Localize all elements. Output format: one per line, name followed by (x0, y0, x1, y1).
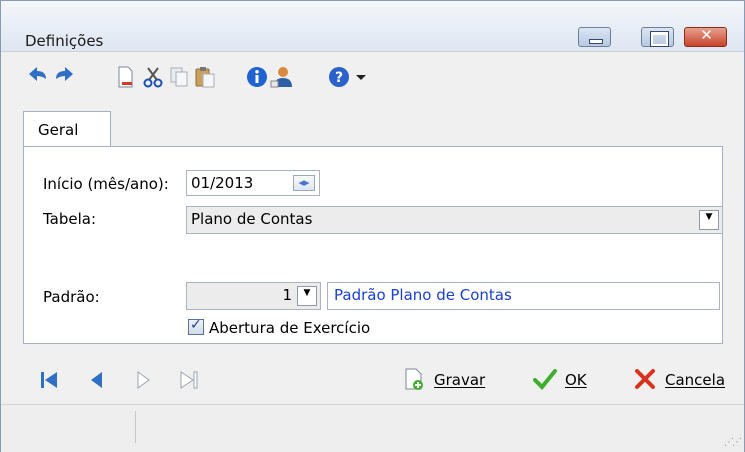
copy-icon[interactable] (167, 65, 191, 89)
help-icon[interactable]: ? (327, 65, 351, 89)
previous-record-icon[interactable] (87, 370, 107, 390)
first-record-icon[interactable] (39, 370, 59, 390)
padrao-label: Padrão: (43, 288, 100, 306)
tab-strip: Geral (23, 111, 723, 147)
settings-window: Definições ✕ ? Geral Início (mês/ano): 0… (0, 0, 745, 452)
minimize-icon (589, 39, 603, 44)
maximize-button[interactable] (641, 27, 674, 47)
close-button[interactable]: ✕ (684, 26, 727, 47)
toolbar: ? (1, 61, 744, 97)
tab-geral[interactable]: Geral (23, 111, 111, 147)
padrao-number-select[interactable]: 1 ▼ (186, 282, 321, 310)
checkmark-icon (533, 369, 557, 390)
last-record-icon[interactable] (179, 370, 199, 390)
chevron-down-icon: ▼ (705, 212, 713, 222)
resize-grip-icon[interactable]: ⋰⋰ (724, 437, 742, 448)
cancel-icon (635, 369, 655, 389)
minimize-button[interactable] (578, 27, 611, 47)
gravar-label: Gravar (434, 371, 486, 389)
status-separator (135, 411, 136, 443)
info-icon[interactable] (245, 65, 269, 89)
svg-text:?: ? (335, 70, 343, 86)
abertura-checkbox[interactable]: ✓ (188, 317, 204, 335)
action-bar: Gravar OK Cancela (1, 359, 744, 401)
padrao-name: Padrão Plano de Contas (334, 286, 512, 304)
window-title: Definições (25, 32, 104, 50)
gravar-button[interactable]: Gravar (402, 367, 492, 393)
maximize-icon (651, 32, 668, 46)
inicio-field[interactable]: 01/2013 ◂▸ (186, 170, 320, 196)
user-icon[interactable] (269, 65, 293, 89)
tabela-select[interactable]: Plano de Contas ▼ (186, 206, 723, 234)
save-icon (405, 368, 423, 390)
cancela-button[interactable]: Cancela (633, 367, 733, 393)
cut-icon[interactable] (141, 65, 165, 89)
status-bar: ⋰⋰ (1, 404, 744, 452)
close-icon: ✕ (700, 26, 713, 44)
tabela-label: Tabela: (43, 210, 97, 228)
chevron-down-icon[interactable] (349, 65, 366, 89)
tabela-dropdown-button[interactable]: ▼ (699, 210, 719, 230)
padrao-number: 1 (282, 286, 292, 304)
ok-button[interactable]: OK (533, 367, 597, 393)
padrao-name-field[interactable]: Padrão Plano de Contas (327, 282, 720, 310)
next-record-icon[interactable] (133, 370, 153, 390)
abertura-label[interactable]: Abertura de Exercício (209, 319, 370, 337)
inicio-label: Início (mês/ano): (43, 175, 169, 193)
paste-icon[interactable] (193, 65, 217, 89)
redo-icon[interactable] (53, 65, 77, 89)
inicio-value: 01/2013 (191, 174, 254, 192)
spinner-arrows-icon: ◂▸ (298, 176, 310, 189)
padrao-dropdown-button[interactable]: ▼ (297, 286, 317, 306)
tab-geral-label: Geral (38, 121, 79, 139)
undo-icon[interactable] (25, 65, 49, 89)
date-spinner[interactable]: ◂▸ (293, 175, 315, 191)
chevron-down-icon: ▼ (303, 288, 311, 298)
ok-label: OK (565, 371, 587, 389)
title-bar[interactable]: Definições ✕ (1, 1, 744, 52)
checkmark-icon: ✓ (190, 317, 202, 333)
tabela-value: Plano de Contas (191, 210, 313, 228)
new-document-icon[interactable] (113, 65, 137, 89)
cancela-label: Cancela (665, 371, 726, 389)
